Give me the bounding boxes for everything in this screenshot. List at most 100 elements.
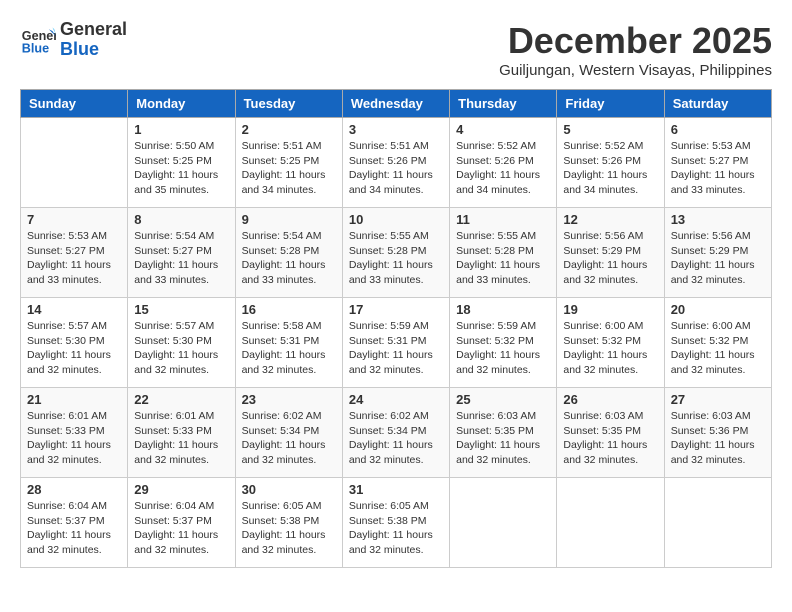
week-row-3: 14 Sunrise: 5:57 AM Sunset: 5:30 PM Dayli… — [21, 298, 772, 388]
day-number: 8 — [134, 212, 228, 227]
day-info: Sunrise: 5:52 AM Sunset: 5:26 PM Dayligh… — [456, 139, 550, 198]
header-monday: Monday — [128, 90, 235, 118]
day-number: 12 — [563, 212, 657, 227]
day-info: Sunrise: 6:01 AM Sunset: 5:33 PM Dayligh… — [134, 409, 228, 468]
month-title: December 2025 — [499, 20, 772, 62]
header-wednesday: Wednesday — [342, 90, 449, 118]
day-number: 29 — [134, 482, 228, 497]
day-number: 19 — [563, 302, 657, 317]
calendar-cell-w5-d6 — [664, 478, 771, 568]
week-row-1: 1 Sunrise: 5:50 AM Sunset: 5:25 PM Daylig… — [21, 118, 772, 208]
day-number: 30 — [242, 482, 336, 497]
day-info: Sunrise: 6:01 AM Sunset: 5:33 PM Dayligh… — [27, 409, 121, 468]
calendar-cell-w2-d2: 9Sunrise: 5:54 AM Sunset: 5:28 PM Daylig… — [235, 208, 342, 298]
logo: General Blue General Blue — [20, 20, 127, 60]
day-number: 20 — [671, 302, 765, 317]
calendar-cell-w5-d1: 29 Sunrise: 6:04 AM Sunset: 5:37 PM Dayli… — [128, 478, 235, 568]
day-info: Sunrise: 5:57 AM Sunset: 5:30 PM Dayligh… — [134, 319, 228, 378]
calendar-cell-w5-d5 — [557, 478, 664, 568]
day-info: Sunrise: 5:56 AM Sunset: 5:29 PM Dayligh… — [563, 229, 657, 288]
day-info: Sunrise: 5:59 AM Sunset: 5:31 PM Dayligh… — [349, 319, 443, 378]
day-number: 2 — [242, 122, 336, 137]
day-number: 16 — [242, 302, 336, 317]
calendar-cell-w3-d5: 19 Sunrise: 6:00 AM Sunset: 5:32 PM Dayli… — [557, 298, 664, 388]
calendar-cell-w3-d1: 15 Sunrise: 5:57 AM Sunset: 5:30 PM Dayli… — [128, 298, 235, 388]
day-info: Sunrise: 5:58 AM Sunset: 5:31 PM Dayligh… — [242, 319, 336, 378]
day-info: Sunrise: 6:03 AM Sunset: 5:36 PM Dayligh… — [671, 409, 765, 468]
calendar-table: Sunday Monday Tuesday Wednesday Thursday… — [20, 89, 772, 568]
day-number: 10 — [349, 212, 443, 227]
calendar-cell-w3-d0: 14 Sunrise: 5:57 AM Sunset: 5:30 PM Dayli… — [21, 298, 128, 388]
day-number: 23 — [242, 392, 336, 407]
day-info: Sunrise: 5:53 AM Sunset: 5:27 PM Dayligh… — [27, 229, 121, 288]
day-number: 22 — [134, 392, 228, 407]
calendar-cell-w4-d4: 25Sunrise: 6:03 AM Sunset: 5:35 PM Dayli… — [450, 388, 557, 478]
header-friday: Friday — [557, 90, 664, 118]
calendar-cell-w3-d4: 18 Sunrise: 5:59 AM Sunset: 5:32 PM Dayli… — [450, 298, 557, 388]
day-number: 21 — [27, 392, 121, 407]
day-number: 26 — [563, 392, 657, 407]
day-number: 13 — [671, 212, 765, 227]
calendar-cell-w2-d3: 10 Sunrise: 5:55 AM Sunset: 5:28 PM Dayli… — [342, 208, 449, 298]
day-number: 4 — [456, 122, 550, 137]
calendar-cell-w1-d4: 4 Sunrise: 5:52 AM Sunset: 5:26 PM Daylig… — [450, 118, 557, 208]
day-number: 28 — [27, 482, 121, 497]
week-row-5: 28 Sunrise: 6:04 AM Sunset: 5:37 PM Dayli… — [21, 478, 772, 568]
calendar-cell-w1-d3: 3 Sunrise: 5:51 AM Sunset: 5:26 PM Daylig… — [342, 118, 449, 208]
calendar-cell-w2-d4: 11 Sunrise: 5:55 AM Sunset: 5:28 PM Dayli… — [450, 208, 557, 298]
day-info: Sunrise: 6:05 AM Sunset: 5:38 PM Dayligh… — [242, 499, 336, 558]
location-title: Guiljungan, Western Visayas, Philippines — [499, 62, 772, 79]
calendar-cell-w2-d6: 13Sunrise: 5:56 AM Sunset: 5:29 PM Dayli… — [664, 208, 771, 298]
calendar-cell-w4-d6: 27Sunrise: 6:03 AM Sunset: 5:36 PM Dayli… — [664, 388, 771, 478]
day-number: 3 — [349, 122, 443, 137]
day-info: Sunrise: 6:00 AM Sunset: 5:32 PM Dayligh… — [563, 319, 657, 378]
day-number: 5 — [563, 122, 657, 137]
day-info: Sunrise: 5:59 AM Sunset: 5:32 PM Dayligh… — [456, 319, 550, 378]
title-section: December 2025 Guiljungan, Western Visaya… — [499, 20, 772, 79]
day-info: Sunrise: 5:55 AM Sunset: 5:28 PM Dayligh… — [349, 229, 443, 288]
day-info: Sunrise: 6:00 AM Sunset: 5:32 PM Dayligh… — [671, 319, 765, 378]
calendar-cell-w3-d6: 20 Sunrise: 6:00 AM Sunset: 5:32 PM Dayli… — [664, 298, 771, 388]
day-number: 7 — [27, 212, 121, 227]
day-number: 1 — [134, 122, 228, 137]
day-number: 15 — [134, 302, 228, 317]
logo-general: General — [60, 20, 127, 40]
calendar-cell-w1-d0 — [21, 118, 128, 208]
calendar-cell-w4-d3: 24Sunrise: 6:02 AM Sunset: 5:34 PM Dayli… — [342, 388, 449, 478]
day-info: Sunrise: 5:50 AM Sunset: 5:25 PM Dayligh… — [134, 139, 228, 198]
day-info: Sunrise: 5:51 AM Sunset: 5:25 PM Dayligh… — [242, 139, 336, 198]
day-number: 25 — [456, 392, 550, 407]
calendar-cell-w5-d3: 31Sunrise: 6:05 AM Sunset: 5:38 PM Dayli… — [342, 478, 449, 568]
calendar-cell-w1-d5: 5Sunrise: 5:52 AM Sunset: 5:26 PM Daylig… — [557, 118, 664, 208]
day-info: Sunrise: 5:55 AM Sunset: 5:28 PM Dayligh… — [456, 229, 550, 288]
day-info: Sunrise: 5:57 AM Sunset: 5:30 PM Dayligh… — [27, 319, 121, 378]
svg-text:Blue: Blue — [22, 41, 49, 55]
calendar-cell-w1-d6: 6Sunrise: 5:53 AM Sunset: 5:27 PM Daylig… — [664, 118, 771, 208]
calendar-cell-w2-d0: 7 Sunrise: 5:53 AM Sunset: 5:27 PM Daylig… — [21, 208, 128, 298]
header-tuesday: Tuesday — [235, 90, 342, 118]
day-number: 17 — [349, 302, 443, 317]
calendar-cell-w4-d5: 26 Sunrise: 6:03 AM Sunset: 5:35 PM Dayli… — [557, 388, 664, 478]
day-number: 18 — [456, 302, 550, 317]
calendar-cell-w4-d1: 22 Sunrise: 6:01 AM Sunset: 5:33 PM Dayli… — [128, 388, 235, 478]
day-info: Sunrise: 5:51 AM Sunset: 5:26 PM Dayligh… — [349, 139, 443, 198]
calendar-cell-w3-d3: 17 Sunrise: 5:59 AM Sunset: 5:31 PM Dayli… — [342, 298, 449, 388]
calendar-cell-w3-d2: 16 Sunrise: 5:58 AM Sunset: 5:31 PM Dayli… — [235, 298, 342, 388]
calendar-cell-w1-d1: 1 Sunrise: 5:50 AM Sunset: 5:25 PM Daylig… — [128, 118, 235, 208]
day-info: Sunrise: 6:04 AM Sunset: 5:37 PM Dayligh… — [134, 499, 228, 558]
header-sunday: Sunday — [21, 90, 128, 118]
day-info: Sunrise: 5:54 AM Sunset: 5:28 PM Dayligh… — [242, 229, 336, 288]
calendar-cell-w5-d0: 28Sunrise: 6:04 AM Sunset: 5:37 PM Dayli… — [21, 478, 128, 568]
page-container: General Blue General Blue December 2025 … — [20, 20, 772, 568]
day-info: Sunrise: 6:02 AM Sunset: 5:34 PM Dayligh… — [242, 409, 336, 468]
day-info: Sunrise: 6:03 AM Sunset: 5:35 PM Dayligh… — [563, 409, 657, 468]
day-number: 11 — [456, 212, 550, 227]
header-thursday: Thursday — [450, 90, 557, 118]
week-row-2: 7 Sunrise: 5:53 AM Sunset: 5:27 PM Daylig… — [21, 208, 772, 298]
day-number: 6 — [671, 122, 765, 137]
header-saturday: Saturday — [664, 90, 771, 118]
day-info: Sunrise: 5:54 AM Sunset: 5:27 PM Dayligh… — [134, 229, 228, 288]
calendar-cell-w1-d2: 2 Sunrise: 5:51 AM Sunset: 5:25 PM Daylig… — [235, 118, 342, 208]
logo-icon: General Blue — [20, 22, 56, 58]
day-number: 14 — [27, 302, 121, 317]
